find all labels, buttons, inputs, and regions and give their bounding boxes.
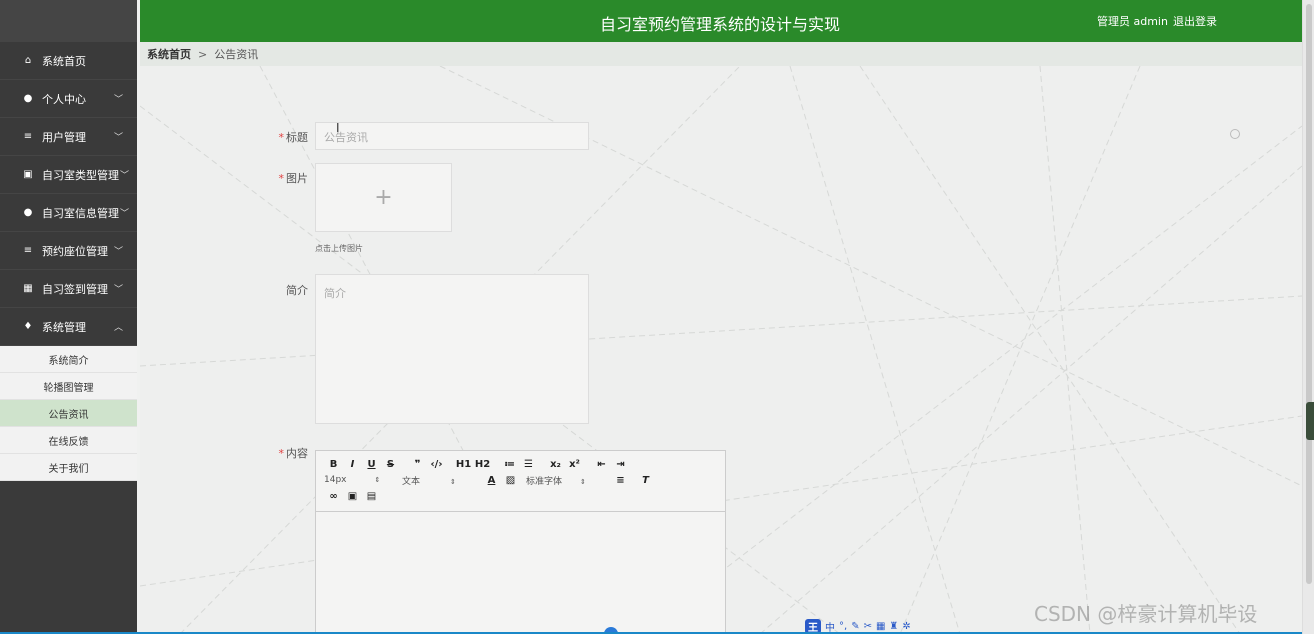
sidebar-item-label: 预约座位管理 <box>42 244 108 258</box>
breadcrumb-current: 公告资讯 <box>214 48 259 61</box>
bold-button[interactable]: B <box>324 459 343 470</box>
list-icon: ≡ <box>23 131 33 142</box>
ime-gear-icon[interactable]: ✲ <box>902 621 910 632</box>
user-icon: ● <box>23 93 33 104</box>
title-input[interactable]: 公告资讯 <box>315 122 589 150</box>
font-size-select[interactable]: 14px ⇕ <box>324 475 402 485</box>
ordered-list-button[interactable]: ≔ <box>500 459 519 470</box>
logout-link[interactable]: 退出登录 <box>1173 13 1217 29</box>
ime-punct-icon[interactable]: °, <box>839 621 847 632</box>
home-icon: ⌂ <box>24 55 32 66</box>
sidebar-item-home[interactable]: ⌂ 系统首页 <box>0 42 137 80</box>
chevron-down-icon: ﹀ <box>119 171 129 181</box>
submenu-item-intro[interactable]: 系统简介 <box>0 346 137 373</box>
upload-hint: 点击上传图片 <box>315 244 363 253</box>
chevron-down-icon: ﹀ <box>113 95 123 105</box>
link-icon[interactable]: ∞ <box>324 491 343 502</box>
main-content: * 标题 公告资讯 * 图片 + 点击上传图片 简介 简介 * 内容 B I U S … <box>140 66 1302 634</box>
chevron-up-icon: ︿ <box>113 323 123 333</box>
vertical-scrollbar[interactable] <box>1302 0 1314 634</box>
align-icon[interactable]: ≡ <box>611 475 630 486</box>
chevron-down-icon: ﹀ <box>119 209 129 219</box>
submenu-item-about[interactable]: 关于我们 <box>0 454 137 481</box>
strike-button[interactable]: S <box>381 459 400 470</box>
sidebar-item-label: 用户管理 <box>42 130 86 144</box>
pin-icon: ♦ <box>23 321 33 332</box>
sidebar-item-system[interactable]: ♦ 系统管理 ︿ <box>0 308 137 346</box>
grid-icon: ▦ <box>23 283 33 294</box>
sidebar-item-seat-booking[interactable]: ≡ 预约座位管理 ﹀ <box>0 232 137 270</box>
intro-textarea[interactable]: 简介 <box>315 274 589 424</box>
side-handle[interactable] <box>1306 402 1314 440</box>
clear-format-icon[interactable]: T <box>636 475 655 486</box>
sidebar-item-label: 个人中心 <box>42 92 86 106</box>
editor-toolbar: B I U S ❞ ‹/› H1 H2 ≔ ☰ x₂ x² ⇤ ⇥ 14px ⇕… <box>316 451 725 512</box>
sidebar-item-label: 自习签到管理 <box>42 282 108 296</box>
italic-button[interactable]: I <box>343 459 362 470</box>
select-arrows-icon: ⇕ <box>374 476 381 484</box>
rich-text-editor: B I U S ❞ ‹/› H1 H2 ≔ ☰ x₂ x² ⇤ ⇥ 14px ⇕… <box>315 450 726 634</box>
bullet-list-button[interactable]: ☰ <box>519 459 538 470</box>
sidebar-item-users[interactable]: ≡ 用户管理 ﹀ <box>0 118 137 156</box>
blockquote-button[interactable]: ❞ <box>408 459 427 470</box>
subscript-button[interactable]: x₂ <box>546 459 565 470</box>
breadcrumb-separator: > <box>198 47 208 61</box>
sidebar-item-personal[interactable]: ● 个人中心 ﹀ <box>0 80 137 118</box>
top-header: 自习室预约管理系统的设计与实现 管理员 admin 退出登录 <box>140 0 1302 42</box>
system-submenu: 系统简介 轮播图管理 公告资讯 在线反馈 关于我们 <box>0 346 137 481</box>
chevron-down-icon: ﹀ <box>113 247 123 257</box>
image-label: * 图片 <box>278 172 309 185</box>
chevron-down-icon: ﹀ <box>113 285 123 295</box>
h1-button[interactable]: H1 <box>454 459 473 470</box>
title-label: * 标题 <box>278 131 309 144</box>
ime-shirt-icon[interactable]: ♜ <box>889 621 898 632</box>
image-icon[interactable]: ▣ <box>343 491 362 502</box>
list-icon: ≡ <box>23 245 33 256</box>
clipboard-icon: ▣ <box>23 169 33 180</box>
video-icon[interactable]: ▤ <box>362 491 381 502</box>
sidebar-logo-area <box>0 0 137 42</box>
content-label: * 内容 <box>278 447 309 460</box>
select-arrows-icon: ⇕ <box>450 477 456 486</box>
select-arrows-icon: ⇕ <box>580 477 586 486</box>
code-button[interactable]: ‹/› <box>427 459 446 470</box>
submenu-item-carousel[interactable]: 轮播图管理 <box>0 373 137 400</box>
editor-content-area[interactable] <box>316 512 725 634</box>
sidebar-item-label: 系统首页 <box>42 54 86 68</box>
block-type-select[interactable]: 文本 ⇕ <box>402 474 482 487</box>
submenu-item-news[interactable]: 公告资讯 <box>0 400 137 427</box>
ime-pen-icon[interactable]: ✎ <box>851 621 859 632</box>
sidebar-item-room-info[interactable]: ● 自习室信息管理 ﹀ <box>0 194 137 232</box>
sidebar-item-label: 自习室类型管理 <box>42 168 119 182</box>
superscript-button[interactable]: x² <box>565 459 584 470</box>
intro-label: 简介 <box>286 284 308 297</box>
sidebar-item-room-types[interactable]: ▣ 自习室类型管理 ﹀ <box>0 156 137 194</box>
app-title: 自习室预约管理系统的设计与实现 <box>600 15 841 34</box>
image-upload-button[interactable]: + <box>315 163 452 232</box>
close-circle-icon[interactable] <box>1230 129 1240 139</box>
breadcrumb-home[interactable]: 系统首页 <box>147 46 191 62</box>
scrollbar-thumb[interactable] <box>1306 4 1312 584</box>
sidebar-item-label: 自习室信息管理 <box>42 206 119 220</box>
font-color-icon[interactable]: A <box>482 475 501 486</box>
h2-button[interactable]: H2 <box>473 459 492 470</box>
watermark: CSDN @梓豪计算机毕设 <box>1034 602 1258 626</box>
submenu-item-feedback[interactable]: 在线反馈 <box>0 427 137 454</box>
text-cursor-icon: I <box>336 121 340 135</box>
outdent-button[interactable]: ⇤ <box>592 459 611 470</box>
chevron-down-icon: ﹀ <box>113 133 123 143</box>
underline-button[interactable]: U <box>362 459 381 470</box>
breadcrumb: 系统首页 > 公告资讯 <box>140 42 1302 66</box>
ime-scissors-icon[interactable]: ✂ <box>864 621 872 632</box>
plus-icon: + <box>374 185 393 210</box>
sidebar-item-checkin[interactable]: ▦ 自习签到管理 ﹀ <box>0 270 137 308</box>
background-color-icon[interactable]: ▨ <box>501 475 520 486</box>
indent-button[interactable]: ⇥ <box>611 459 630 470</box>
font-family-select[interactable]: 标准字体 ⇕ <box>526 474 611 487</box>
sidebar-item-label: 系统管理 <box>42 320 86 334</box>
user-icon: ● <box>23 207 33 218</box>
sidebar: ⌂ 系统首页 ● 个人中心 ﹀ ≡ 用户管理 ﹀ ▣ 自习室类型管理 ﹀ ● 自… <box>0 0 137 634</box>
current-user: 管理员 admin <box>1097 15 1168 28</box>
ime-keyboard-icon[interactable]: ▦ <box>876 621 885 632</box>
